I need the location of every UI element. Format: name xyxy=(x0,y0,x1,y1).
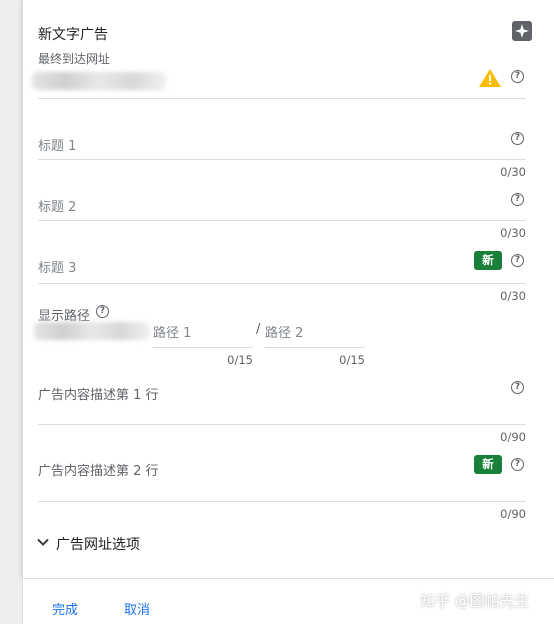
path-2-counter: 0/15 xyxy=(339,353,365,367)
headline-1-help-icon[interactable]: ? xyxy=(511,132,524,145)
final-url-label: 最终到达网址 xyxy=(38,52,111,66)
headline-2-label[interactable]: 标题 2 xyxy=(38,196,76,215)
chevron-down-icon[interactable] xyxy=(36,534,50,548)
path-1-underline xyxy=(153,347,253,348)
headline-3-help-icon[interactable]: ? xyxy=(511,254,524,267)
headline-2-underline xyxy=(38,220,526,221)
description-2-underline xyxy=(38,501,526,502)
description-1-label[interactable]: 广告内容描述第 1 行 xyxy=(38,384,159,403)
headline-2-help-icon[interactable]: ? xyxy=(511,193,524,206)
path-1-input[interactable]: 路径 1 xyxy=(153,322,191,341)
warning-icon xyxy=(478,68,502,88)
headline-3-counter: 0/30 xyxy=(500,289,526,303)
description-1-help-icon[interactable]: ? xyxy=(511,381,524,394)
description-2-label[interactable]: 广告内容描述第 2 行 xyxy=(38,460,159,479)
display-path-help-icon[interactable]: ? xyxy=(96,305,109,318)
path-1-counter: 0/15 xyxy=(227,353,253,367)
headline-1-underline xyxy=(38,159,526,160)
description-1-underline xyxy=(38,424,526,425)
headline-3-label[interactable]: 标题 3 xyxy=(38,257,76,276)
description-2-help-icon[interactable]: ? xyxy=(511,458,524,471)
panel-title: 新文字广告 xyxy=(38,27,108,43)
new-badge: 新 xyxy=(474,455,502,474)
description-2-counter: 0/90 xyxy=(500,507,526,521)
headline-2-counter: 0/30 xyxy=(500,226,526,240)
description-1-counter: 0/90 xyxy=(500,430,526,444)
path-2-underline xyxy=(265,347,365,348)
cancel-button[interactable]: 取消 xyxy=(124,599,150,618)
display-path-domain-redacted xyxy=(34,322,150,340)
sparkle-icon[interactable] xyxy=(512,21,532,41)
headline-1-label[interactable]: 标题 1 xyxy=(38,135,76,154)
done-button[interactable]: 完成 xyxy=(52,599,78,618)
watermark: 知乎 @图帕先生 xyxy=(420,592,530,610)
final-url-value-redacted[interactable] xyxy=(32,72,166,90)
final-url-divider xyxy=(38,98,526,99)
headline-1-counter: 0/30 xyxy=(500,165,526,179)
headline-3-underline xyxy=(38,283,526,284)
path-separator: / xyxy=(256,322,261,337)
new-badge: 新 xyxy=(474,251,502,270)
path-2-input[interactable]: 路径 2 xyxy=(265,322,303,341)
url-options-toggle[interactable]: 广告网址选项 xyxy=(56,534,140,554)
final-url-help-icon[interactable]: ? xyxy=(511,70,524,83)
